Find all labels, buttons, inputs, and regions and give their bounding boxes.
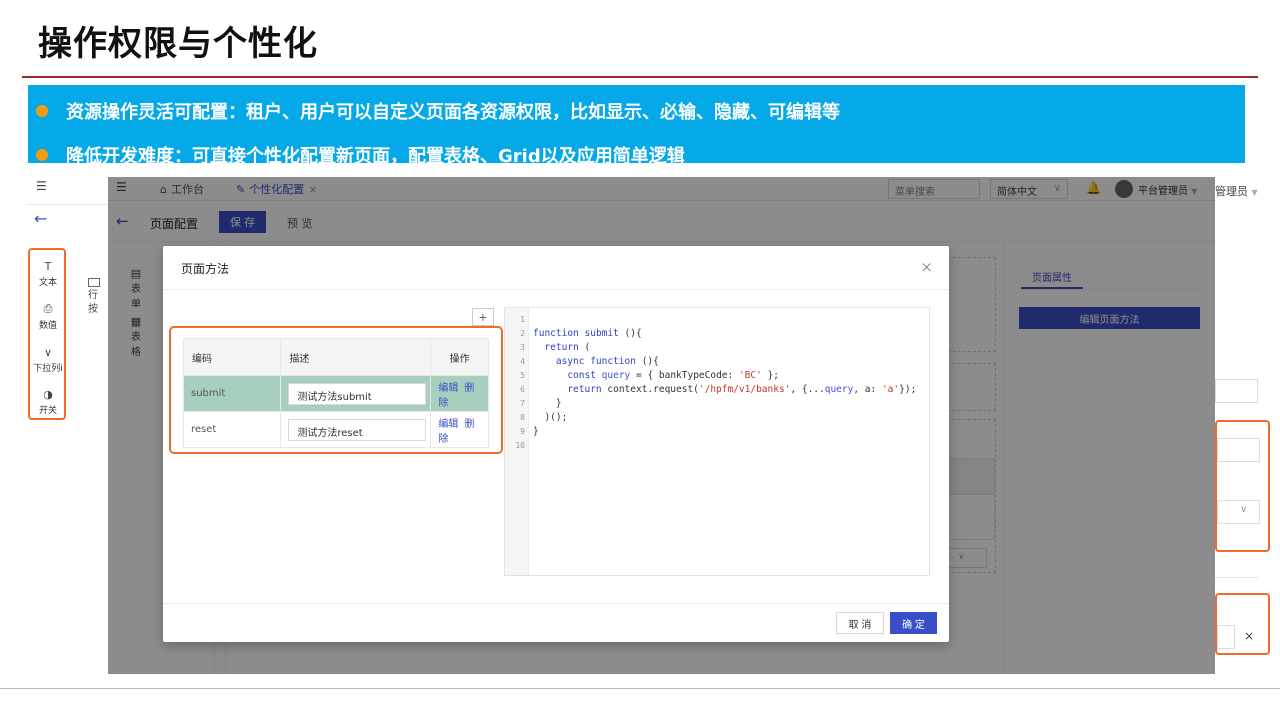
menu-icon[interactable]: ☰ (36, 179, 47, 193)
cancel-button[interactable]: 取 消 (836, 612, 884, 634)
field-input[interactable] (1217, 438, 1260, 462)
modal-header: 页面方法 × (163, 246, 949, 290)
title-divider (22, 76, 1258, 78)
footer-divider (0, 688, 1280, 689)
table-header-row: 编码 描述 操作 (182, 338, 489, 376)
palette-label: 下拉列i (33, 364, 63, 374)
actions-cell: 编辑 删除 (430, 411, 489, 448)
palette-item-switch[interactable]: ◑ 开关 (30, 388, 66, 416)
background-right-panel: 管理员 ▼ ∨ × (1215, 175, 1280, 675)
component-palette: T 文本 ⎙ 数值 ∨ 下拉列i ◑ 开关 (28, 248, 66, 420)
banner-bullet-2: 降低开发难度：可直接个性化配置新页面，配置表格、Grid以及应用简单逻辑 (36, 142, 685, 168)
code-line: return context.request('/hpfm/v1/banks',… (567, 384, 917, 395)
field-input[interactable] (1217, 625, 1235, 649)
palette-item-select[interactable]: ∨ 下拉列i (30, 346, 66, 374)
modal-title: 页面方法 (181, 262, 230, 276)
text-icon: T (44, 260, 52, 273)
add-method-button[interactable]: + (472, 308, 494, 326)
bullet-dot-icon (36, 149, 48, 161)
column-header: 操作 (430, 338, 489, 376)
select-field[interactable]: ∨ (1217, 500, 1260, 524)
toggle-icon: ◑ (43, 388, 53, 401)
code-line: )(); (533, 412, 568, 423)
page-methods-modal: 页面方法 × + 编码 描述 操作 submit 测试方法submit 编辑 删除… (163, 246, 949, 642)
code-line: const query = { bankTypeCode: 'BC' }; (567, 370, 780, 381)
column-header: 编码 (182, 338, 282, 376)
feature-banner: 资源操作灵活可配置：租户、用户可以自定义页面各资源权限，比如显示、必输、隐藏、可… (28, 85, 1245, 167)
chevron-down-icon: ∨ (1240, 504, 1248, 515)
code-line: return ( (544, 342, 591, 353)
edit-link[interactable]: 编辑 (438, 383, 458, 394)
background-left-toolbar: ☰ (28, 175, 108, 205)
modal-footer-divider (163, 603, 949, 604)
row-button-label: 行按 (88, 290, 98, 315)
row-button-item[interactable]: 行按 (88, 278, 106, 317)
code-line: } (533, 398, 562, 409)
divider (1215, 577, 1258, 578)
code-line: } (533, 426, 539, 437)
close-icon[interactable]: × (920, 258, 933, 276)
desc-cell: 测试方法submit (280, 375, 432, 412)
desc-cell: 测试方法reset (280, 411, 432, 448)
chevron-down-icon: ∨ (43, 346, 53, 359)
table-row[interactable]: reset 测试方法reset 编辑 删除 (182, 411, 489, 448)
edit-link[interactable]: 编辑 (438, 419, 458, 430)
method-code: submit (182, 375, 282, 412)
slide-title: 操作权限与个性化 (38, 24, 318, 64)
palette-item-text[interactable]: T 文本 (30, 260, 66, 288)
palette-label: 开关 (38, 406, 57, 416)
desc-input[interactable]: 测试方法submit (288, 382, 427, 405)
code-line: function submit (){ (533, 328, 642, 339)
palette-item-number[interactable]: ⎙ 数值 (30, 302, 66, 331)
field-input[interactable] (1215, 379, 1258, 403)
banner-bullet-1: 资源操作灵活可配置：租户、用户可以自定义页面各资源权限，比如显示、必输、隐藏、可… (36, 98, 840, 124)
desc-input[interactable]: 测试方法reset (288, 418, 427, 441)
column-header: 描述 (280, 338, 432, 376)
palette-label: 数值 (38, 321, 57, 331)
user-menu[interactable]: 管理员 ▼ (1215, 183, 1258, 199)
back-arrow-icon[interactable]: ← (34, 209, 47, 228)
palette-label: 文本 (38, 278, 57, 288)
actions-cell: 编辑 删除 (430, 375, 489, 412)
method-code: reset (182, 411, 282, 448)
methods-table-highlight: 编码 描述 操作 submit 测试方法submit 编辑 删除 reset 测试… (169, 326, 503, 454)
button-icon (88, 278, 100, 287)
methods-table: 编码 描述 操作 submit 测试方法submit 编辑 删除 reset 测试… (182, 338, 489, 448)
ok-button[interactable]: 确 定 (890, 612, 937, 634)
code-line: async function (){ (555, 356, 659, 367)
highlight-box: × (1215, 593, 1270, 655)
line-gutter: 1 2 3 4 5 6 7 8 9 10 (505, 308, 529, 575)
code-editor[interactable]: 1 2 3 4 5 6 7 8 9 10 function submit (){… (504, 307, 930, 576)
close-icon[interactable]: × (1244, 629, 1254, 643)
bullet-text: 降低开发难度：可直接个性化配置新页面，配置表格、Grid以及应用简单逻辑 (66, 146, 685, 167)
highlight-box: ∨ (1215, 420, 1270, 552)
bullet-text: 资源操作灵活可配置：租户、用户可以自定义页面各资源权限，比如显示、必输、隐藏、可… (66, 102, 840, 123)
bullet-dot-icon (36, 105, 48, 117)
table-row[interactable]: submit 测试方法submit 编辑 删除 (182, 375, 489, 412)
number-icon: ⎙ (43, 302, 53, 315)
